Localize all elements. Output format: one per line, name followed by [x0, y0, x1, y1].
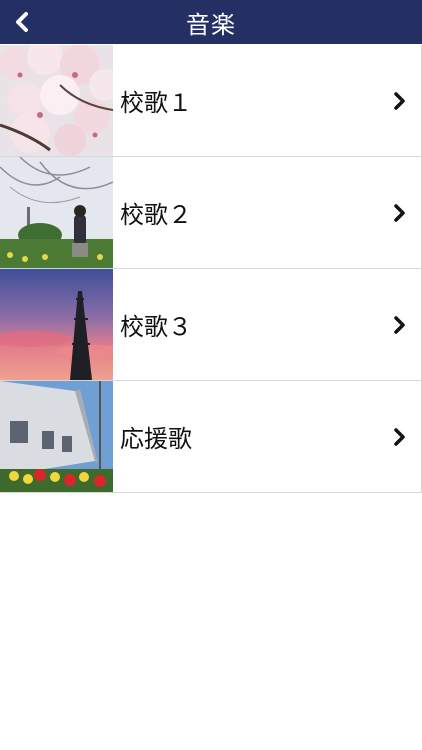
- list-item-school-song-2[interactable]: 校歌２: [0, 157, 422, 269]
- sunset-tower-thumbnail: [0, 269, 113, 380]
- music-list: 校歌１ 校歌２ 校歌３ 応援歌: [0, 45, 422, 493]
- list-item-label: 校歌３: [120, 313, 192, 341]
- chevron-right-icon: [385, 198, 415, 228]
- chevron-right-icon: [385, 86, 415, 116]
- navigation-bar: 音楽: [0, 0, 422, 44]
- list-item-school-song-1[interactable]: 校歌１: [0, 45, 422, 157]
- app-screen: 音楽 校歌１ 校歌２ 校歌３ 応援歌: [0, 0, 422, 750]
- chevron-right-icon: [385, 310, 415, 340]
- list-item-school-song-3[interactable]: 校歌３: [0, 269, 422, 381]
- list-item-label: 校歌２: [120, 201, 192, 229]
- list-item-cheer-song[interactable]: 応援歌: [0, 381, 422, 493]
- list-item-label: 応援歌: [120, 425, 192, 453]
- back-button[interactable]: [0, 0, 44, 44]
- student-under-tree-thumbnail: [0, 157, 113, 268]
- chevron-left-icon: [16, 12, 28, 32]
- page-title: 音楽: [186, 10, 236, 39]
- chevron-right-icon: [385, 422, 415, 452]
- cherry-blossom-thumbnail: [0, 45, 113, 156]
- list-item-label: 校歌１: [120, 89, 192, 117]
- building-tulips-thumbnail: [0, 381, 113, 492]
